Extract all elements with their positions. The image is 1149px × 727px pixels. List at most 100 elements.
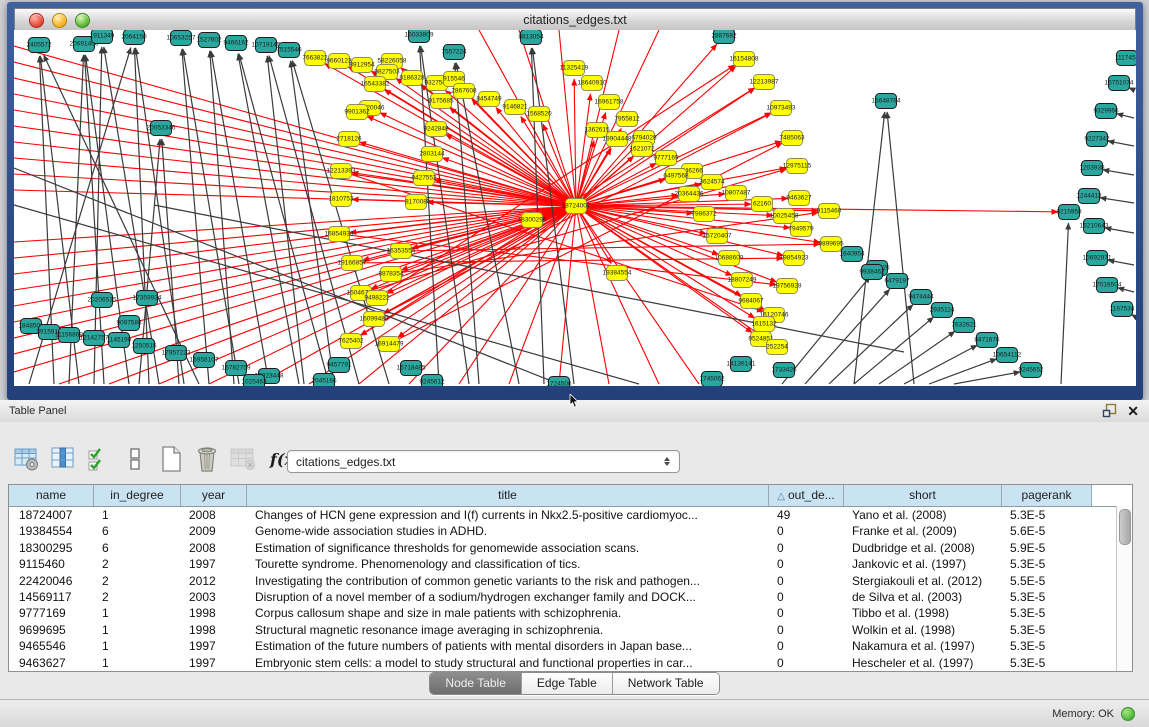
table-selector-dropdown[interactable]: citations_edges.txt bbox=[287, 450, 680, 473]
table-cell[interactable]: 2008 bbox=[181, 507, 247, 523]
table-cell[interactable]: 5.5E-5 bbox=[1002, 573, 1092, 589]
table-cell[interactable]: 18724007 bbox=[9, 507, 94, 523]
table-cell[interactable]: 0 bbox=[769, 622, 844, 638]
table-cell[interactable]: 9465546 bbox=[9, 638, 94, 654]
graph-edge[interactable] bbox=[267, 56, 304, 384]
table-cell[interactable]: Nakamura et al. (1997) bbox=[844, 638, 1002, 654]
table-cell[interactable]: Corpus callosum shape and size in male p… bbox=[247, 605, 769, 621]
close-panel-icon[interactable]: ✕ bbox=[1127, 404, 1139, 418]
graph-edge[interactable] bbox=[879, 331, 955, 384]
column-header-in_degree[interactable]: in_degree bbox=[94, 485, 181, 506]
table-cell[interactable]: Tibbo et al. (1998) bbox=[844, 605, 1002, 621]
tab-network-table[interactable]: Network Table bbox=[612, 673, 719, 694]
close-window-button[interactable] bbox=[29, 13, 44, 28]
table-cell[interactable]: Estimation of significance thresholds fo… bbox=[247, 540, 769, 556]
delete-table-icon[interactable] bbox=[192, 444, 222, 474]
table-cell[interactable]: 49 bbox=[769, 507, 844, 523]
table-row[interactable]: 911546021997Tourette syndrome. Phenomeno… bbox=[9, 556, 1132, 572]
graph-edge[interactable] bbox=[1103, 170, 1134, 175]
tab-node-table[interactable]: Node Table bbox=[430, 673, 521, 694]
table-row[interactable]: 946362711997Embryonic stem cells: a mode… bbox=[9, 655, 1132, 671]
table-cell[interactable]: Investigating the contribution of common… bbox=[247, 573, 769, 589]
column-header-out_de[interactable]: △out_de... bbox=[769, 485, 844, 506]
table-cell[interactable]: Genome-wide association studies in ADHD. bbox=[247, 523, 769, 539]
graph-edge[interactable] bbox=[1061, 223, 1068, 384]
table-row[interactable]: 977716911998Corpus callosum shape and si… bbox=[9, 605, 1132, 621]
tab-edge-table[interactable]: Edge Table bbox=[521, 673, 612, 694]
table-cell[interactable]: 0 bbox=[769, 589, 844, 605]
graph-edge[interactable] bbox=[210, 51, 234, 384]
table-cell[interactable]: 2003 bbox=[181, 589, 247, 605]
row-select-icon[interactable] bbox=[84, 444, 114, 474]
table-cell[interactable]: 5.3E-5 bbox=[1002, 638, 1092, 654]
graph-edge[interactable] bbox=[14, 206, 576, 338]
table-cell[interactable]: de Silva et al. (2003) bbox=[844, 589, 1002, 605]
table-cell[interactable]: 22420046 bbox=[9, 573, 94, 589]
float-panel-icon[interactable] bbox=[1102, 403, 1117, 418]
table-cell[interactable]: 0 bbox=[769, 655, 844, 671]
column-header-short[interactable]: short bbox=[844, 485, 1002, 506]
graph-edge[interactable] bbox=[1100, 198, 1134, 203]
table-cell[interactable]: 1997 bbox=[181, 655, 247, 671]
table-cell[interactable]: 5.3E-5 bbox=[1002, 605, 1092, 621]
table-cell[interactable]: 1 bbox=[94, 655, 181, 671]
table-cell[interactable]: 6 bbox=[94, 540, 181, 556]
table-cell[interactable]: 1 bbox=[94, 605, 181, 621]
network-canvas[interactable]: 1872400718300295193845547663822866012389… bbox=[14, 30, 1136, 386]
table-cell[interactable]: Estimation of the future numbers of pati… bbox=[247, 638, 769, 654]
graph-edge[interactable] bbox=[904, 345, 977, 384]
table-cell[interactable]: Dudbridge et al. (2008) bbox=[844, 540, 1002, 556]
graph-edge[interactable] bbox=[576, 94, 591, 206]
table-row[interactable]: 969969511998Structural magnetic resonanc… bbox=[9, 622, 1132, 638]
column-header-title[interactable]: title bbox=[247, 485, 769, 506]
graph-edge[interactable] bbox=[259, 206, 576, 384]
table-cell[interactable]: 2 bbox=[94, 589, 181, 605]
minimize-window-button[interactable] bbox=[52, 13, 67, 28]
table-cell[interactable]: 9699695 bbox=[9, 622, 94, 638]
graph-edge[interactable] bbox=[1105, 228, 1134, 233]
table-cell[interactable]: 6 bbox=[94, 523, 181, 539]
graph-edge[interactable] bbox=[182, 49, 209, 384]
table-cell[interactable]: 0 bbox=[769, 638, 844, 654]
table-cell[interactable]: 0 bbox=[769, 540, 844, 556]
column-visibility-icon[interactable] bbox=[48, 444, 78, 474]
table-row[interactable]: 2242004622012Investigating the contribut… bbox=[9, 573, 1132, 589]
table-cell[interactable]: 0 bbox=[769, 573, 844, 589]
table-cell[interactable]: 14569117 bbox=[9, 589, 94, 605]
column-header-name[interactable]: name bbox=[9, 485, 94, 506]
table-row[interactable]: 1938455462009Genome-wide association stu… bbox=[9, 523, 1132, 539]
table-row[interactable]: 1872400712008Changes of HCN gene express… bbox=[9, 507, 1132, 523]
table-cell[interactable]: 5.9E-5 bbox=[1002, 540, 1092, 556]
table-mode-icon[interactable] bbox=[12, 444, 42, 474]
table-cell[interactable]: Jankovic et al. (1997) bbox=[844, 556, 1002, 572]
table-cell[interactable]: 5.3E-5 bbox=[1002, 622, 1092, 638]
table-cell[interactable]: Structural magnetic resonance image aver… bbox=[247, 622, 769, 638]
table-cell[interactable]: Embryonic stem cells: a model to study s… bbox=[247, 655, 769, 671]
table-cell[interactable]: 9777169 bbox=[9, 605, 94, 621]
table-cell[interactable]: 1 bbox=[94, 507, 181, 523]
table-cell[interactable]: 9115460 bbox=[9, 556, 94, 572]
table-cell[interactable]: Franke et al. (2009) bbox=[844, 523, 1002, 539]
graph-edge[interactable] bbox=[239, 54, 329, 384]
zoom-window-button[interactable] bbox=[75, 13, 90, 28]
graph-edge[interactable] bbox=[367, 116, 576, 206]
new-table-icon[interactable] bbox=[156, 444, 186, 474]
table-cell[interactable]: Yano et al. (2008) bbox=[844, 507, 1002, 523]
table-cell[interactable]: 5.3E-5 bbox=[1002, 507, 1092, 523]
graph-edge[interactable] bbox=[398, 206, 576, 337]
column-header-year[interactable]: year bbox=[181, 485, 247, 506]
table-cell[interactable]: 1998 bbox=[181, 622, 247, 638]
table-cell[interactable]: 18300295 bbox=[9, 540, 94, 556]
table-cell[interactable]: 2012 bbox=[181, 573, 247, 589]
table-cell[interactable]: Changes of HCN gene expression and I(f) … bbox=[247, 507, 769, 523]
table-cell[interactable]: 2 bbox=[94, 573, 181, 589]
column-header-pagerank[interactable]: pagerank bbox=[1002, 485, 1092, 506]
graph-edge[interactable] bbox=[1117, 114, 1134, 118]
graph-edge[interactable] bbox=[887, 112, 914, 384]
graph-edge[interactable] bbox=[954, 372, 1020, 384]
table-cell[interactable]: 1997 bbox=[181, 638, 247, 654]
column-pair-icon[interactable] bbox=[120, 444, 150, 474]
table-cell[interactable]: 1997 bbox=[181, 556, 247, 572]
table-cell[interactable]: 1998 bbox=[181, 605, 247, 621]
table-cell[interactable]: 0 bbox=[769, 605, 844, 621]
